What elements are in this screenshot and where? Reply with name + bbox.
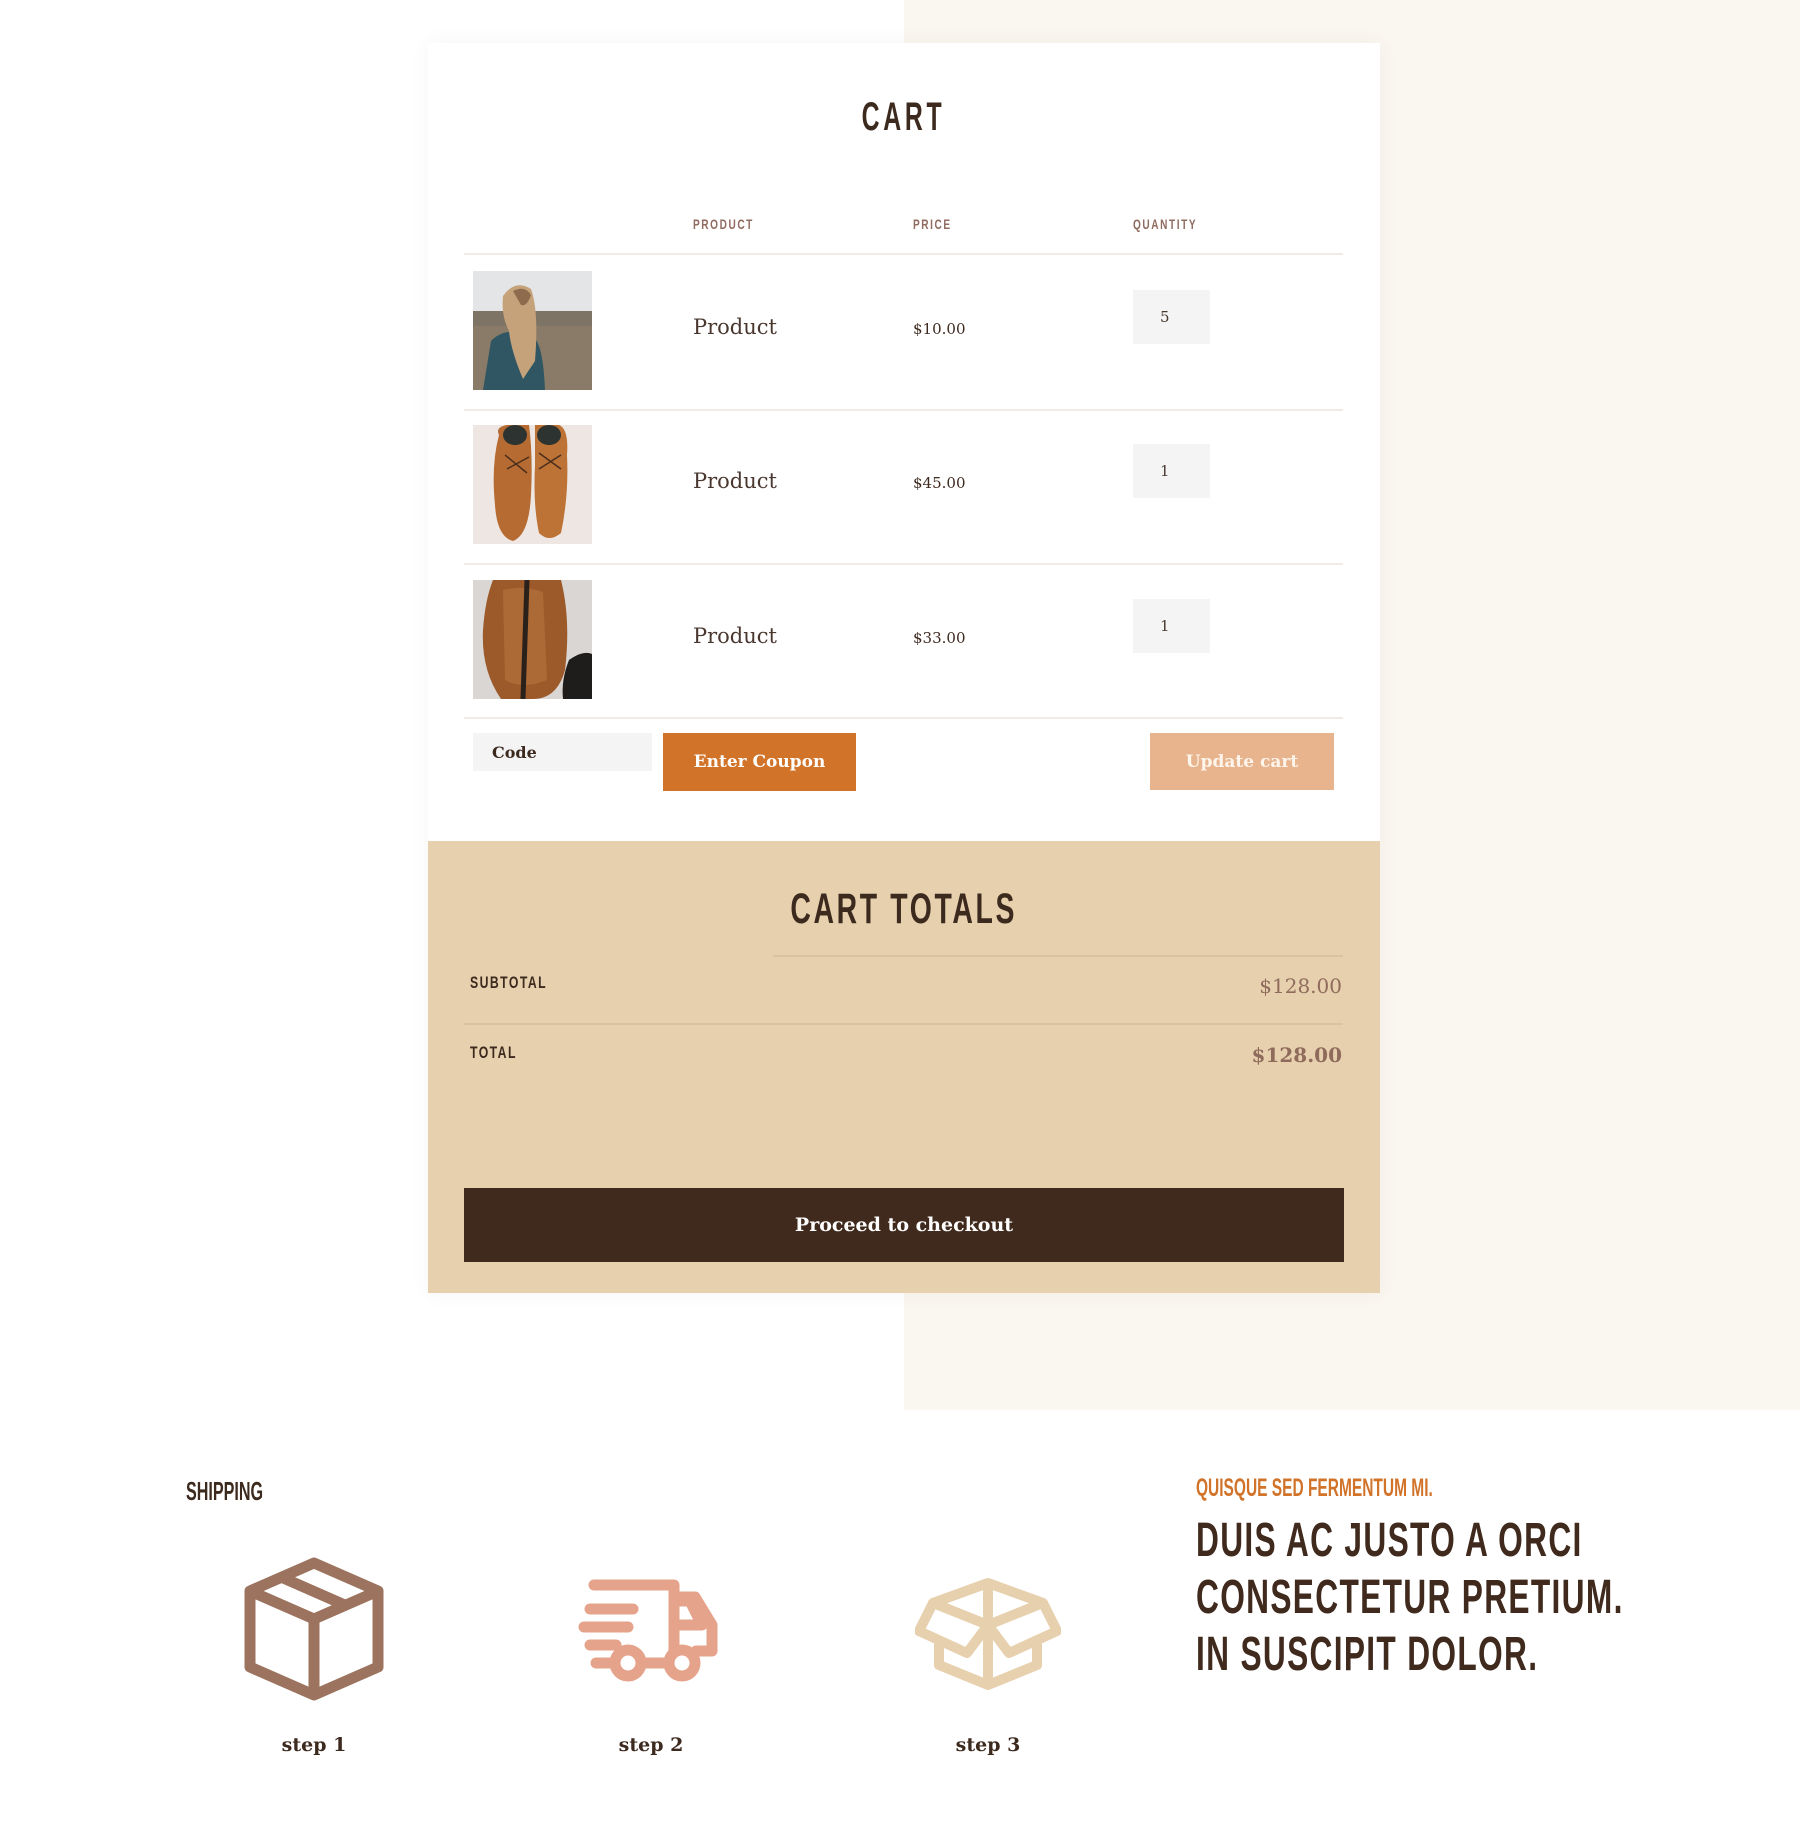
- totals-divider: [773, 955, 1343, 957]
- shipping-title: SHIPPING: [186, 1476, 264, 1506]
- update-cart-button[interactable]: Update cart: [1150, 733, 1334, 790]
- cart-title: CART: [862, 95, 946, 139]
- quantity-input[interactable]: [1133, 290, 1210, 344]
- product-thumbnail[interactable]: [473, 271, 592, 390]
- promo-headline: DUIS AC JUSTO A ORCI CONSECTETUR PRETIUM…: [1196, 1512, 1624, 1683]
- product-name[interactable]: Product: [693, 469, 777, 493]
- product-thumbnail[interactable]: [473, 425, 592, 544]
- promo-kicker: QUISQUE SED FERMENTUM MI.: [1196, 1474, 1433, 1502]
- step-label: step 1: [281, 1734, 347, 1756]
- shipping-step-3: [878, 1555, 1098, 1701]
- totals-divider: [464, 1023, 1343, 1025]
- closed-box-icon: [244, 1557, 384, 1701]
- proceed-to-checkout-button[interactable]: Proceed to checkout: [464, 1188, 1344, 1262]
- subtotal-value: $128.00: [1259, 974, 1342, 998]
- product-name[interactable]: Product: [693, 315, 777, 339]
- column-header-quantity: QUANTITY: [1133, 216, 1198, 232]
- cart-row: Product $45.00: [428, 409, 1380, 563]
- column-header-price: PRICE: [913, 216, 952, 232]
- quantity-input[interactable]: [1133, 599, 1210, 653]
- product-thumbnail[interactable]: [473, 580, 592, 699]
- promo-headline-line: CONSECTETUR PRETIUM.: [1196, 1571, 1624, 1624]
- product-price: $33.00: [913, 629, 966, 647]
- total-value: $128.00: [1251, 1043, 1342, 1067]
- cart-card: CART PRODUCT PRICE QUANTITY Product $10.…: [428, 43, 1380, 1293]
- shipping-step-2: [541, 1555, 761, 1701]
- open-box-icon: [915, 1578, 1061, 1690]
- cart-totals-panel: CART TOTALS SUBTOTAL $128.00 TOTAL $128.…: [428, 841, 1380, 1293]
- cart-totals-title: CART TOTALS: [790, 885, 1018, 933]
- total-label: TOTAL: [470, 1043, 517, 1062]
- coupon-code-input[interactable]: [473, 733, 652, 771]
- product-name[interactable]: Product: [693, 624, 777, 648]
- row-divider: [464, 717, 1343, 719]
- cart-row: Product $10.00: [428, 255, 1380, 409]
- step-label: step 3: [955, 1734, 1021, 1756]
- shipping-step-1: [204, 1555, 424, 1701]
- column-header-product: PRODUCT: [693, 216, 754, 232]
- cart-row: Product $33.00: [428, 564, 1380, 718]
- delivery-truck-icon: [578, 1579, 718, 1682]
- quantity-input[interactable]: [1133, 444, 1210, 498]
- subtotal-label: SUBTOTAL: [470, 973, 548, 992]
- step-label: step 2: [618, 1734, 684, 1756]
- product-price: $45.00: [913, 474, 966, 492]
- product-price: $10.00: [913, 320, 966, 338]
- promo-headline-line: IN SUSCIPIT DOLOR.: [1196, 1628, 1539, 1681]
- promo-headline-line: DUIS AC JUSTO A ORCI: [1196, 1514, 1583, 1567]
- enter-coupon-button[interactable]: Enter Coupon: [663, 733, 856, 791]
